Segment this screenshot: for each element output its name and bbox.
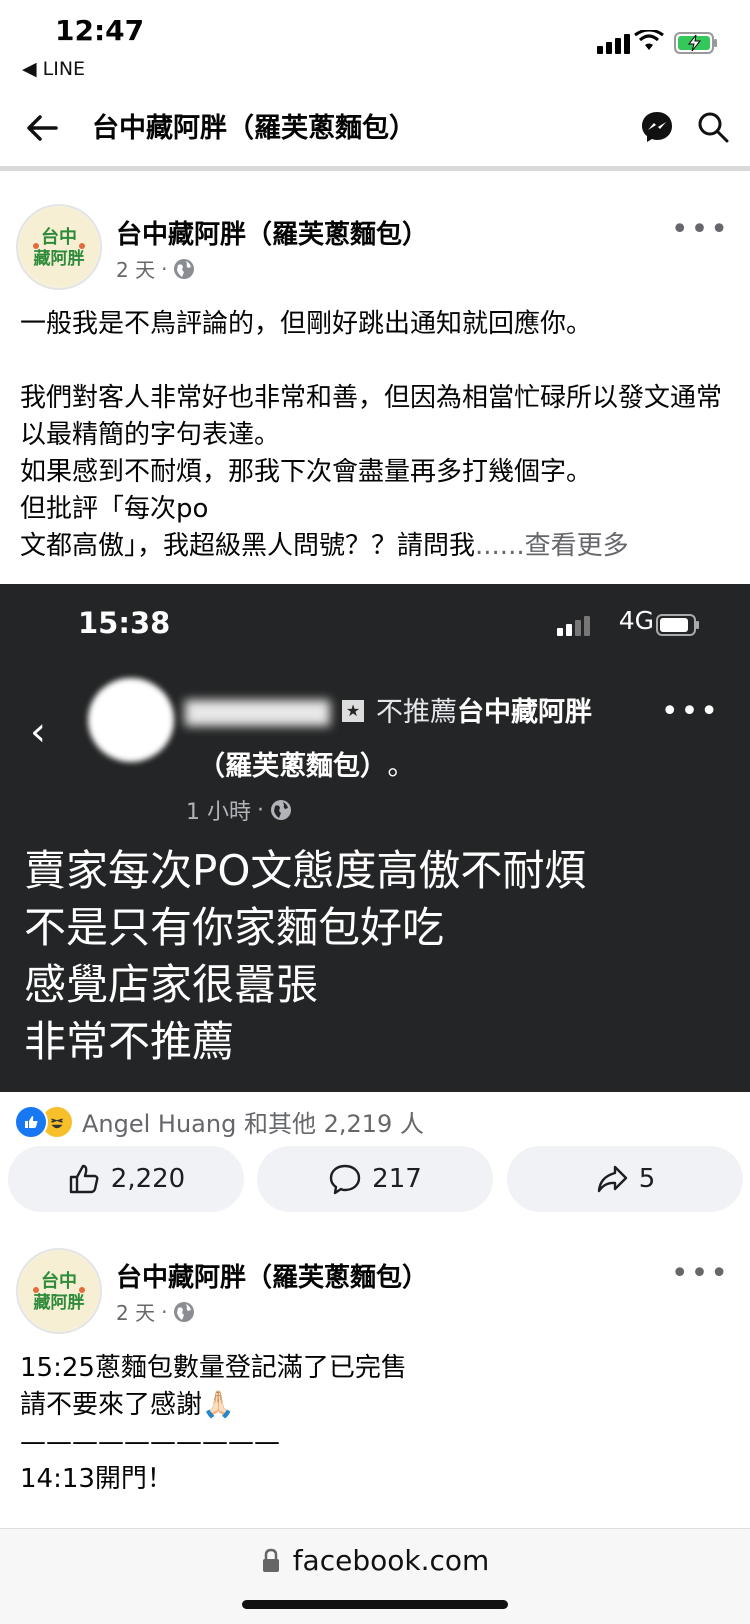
review-screenshot-image: 15:38 4G ‹ ★ 不推薦台中藏阿胖 （羅芙蔥麵包） 。 1 小時 · •••…	[0, 584, 750, 1092]
comment-count: 217	[372, 1164, 422, 1194]
review-page-line2: （羅芙蔥麵包）	[198, 751, 374, 782]
shot-network-label: 4G	[618, 606, 654, 635]
blurred-avatar	[88, 678, 174, 762]
review-period: 。	[387, 751, 415, 782]
svg-text:台中: 台中	[41, 1270, 77, 1292]
shot-signal-icon	[557, 616, 590, 636]
shot-back-icon: ‹	[30, 709, 46, 755]
share-count: 5	[638, 1164, 656, 1194]
post-time: 2 天	[116, 258, 156, 282]
review-page-name: 台中藏阿胖	[457, 697, 592, 728]
share-button[interactable]: 5	[507, 1146, 743, 1212]
post-body-2: 15:25蔥麵包數量登記滿了已完售 請不要來了感謝🙏🏻 —————————— 1…	[20, 1353, 407, 1494]
comment-button[interactable]: 217	[257, 1146, 493, 1212]
like-icon	[69, 1164, 99, 1194]
shot-more-icon: •••	[660, 694, 720, 729]
globe-icon	[174, 258, 195, 279]
post-more-icon[interactable]: •••	[671, 212, 730, 247]
review-prefix: 不推薦	[376, 697, 457, 728]
page-title: 台中藏阿胖（羅芙蔥麵包）	[92, 113, 416, 144]
page-avatar-2[interactable]: 台中 藏阿胖	[16, 1248, 102, 1334]
review-meta: 1 小時 ·	[186, 794, 292, 826]
post-body: 一般我是不鳥評論的，但剛好跳出通知就回應你。 我們對客人非常好也非常和善，但因為…	[20, 306, 730, 565]
post-time-2: 2 天	[116, 1301, 156, 1325]
like-button[interactable]: 2,220	[8, 1146, 244, 1212]
search-icon[interactable]	[696, 110, 730, 144]
url-domain: facebook.com	[292, 1544, 490, 1577]
back-arrow-icon[interactable]	[22, 108, 62, 148]
messenger-icon[interactable]	[640, 110, 674, 144]
wifi-icon	[634, 30, 664, 50]
share-icon	[597, 1165, 627, 1193]
status-time: 12:47	[55, 14, 145, 47]
reaction-text: Angel Huang 和其他 2,219 人	[82, 1110, 424, 1138]
star-icon: ★	[342, 700, 364, 722]
meta-dot-2: ·	[161, 1299, 168, 1324]
see-more-link[interactable]: ......查看更多	[475, 531, 629, 561]
post-meta-2: 2 天 ·	[116, 1297, 195, 1326]
review-page-name-line2: （羅芙蔥麵包） 。	[198, 744, 415, 783]
url-display[interactable]: facebook.com	[0, 1544, 750, 1577]
page-logo-icon-2: 台中 藏阿胖	[19, 1251, 99, 1331]
like-count: 2,220	[110, 1164, 186, 1194]
post-author-2[interactable]: 台中藏阿胖（羅芙蔥麵包）	[116, 1257, 428, 1294]
like-reaction-icon	[14, 1104, 48, 1139]
nav-divider	[0, 166, 750, 171]
meta-dot: ·	[161, 256, 168, 281]
review-meta-dot: ·	[257, 797, 264, 823]
cellular-signal-icon	[597, 34, 630, 54]
page-logo-icon: 台中 藏阿胖	[19, 207, 99, 287]
back-to-line-link[interactable]: ◀ LINE	[22, 58, 85, 80]
shot-status-time: 15:38	[78, 606, 171, 640]
post-meta: 2 天 ·	[116, 254, 195, 283]
shot-battery-icon	[656, 614, 699, 636]
comment-icon	[329, 1164, 361, 1195]
home-indicator[interactable]	[242, 1600, 508, 1609]
reaction-summary[interactable]: Angel Huang 和其他 2,219 人	[14, 1104, 424, 1139]
review-body: 賣家每次PO文態度高傲不耐煩 不是只有你家麵包好吃 感覺店家很囂張 非常不推薦	[24, 846, 587, 1066]
globe-icon	[174, 1301, 195, 1322]
blurred-reviewer-name	[185, 700, 330, 726]
post-body-text: 一般我是不鳥評論的，但剛好跳出通知就回應你。 我們對客人非常好也非常和善，但因為…	[20, 309, 723, 561]
review-headline: 不推薦台中藏阿胖	[376, 690, 592, 729]
page-avatar[interactable]: 台中 藏阿胖	[16, 204, 102, 290]
shot-network: 4G	[619, 606, 654, 635]
svg-text:藏阿胖: 藏阿胖	[34, 1292, 85, 1313]
review-globe-icon	[271, 800, 291, 820]
lock-icon	[262, 1548, 279, 1572]
svg-text:藏阿胖: 藏阿胖	[34, 248, 85, 269]
battery-charging-icon	[674, 32, 717, 54]
review-time: 1 小時	[186, 800, 251, 825]
post-more-icon-2[interactable]: •••	[671, 1256, 730, 1291]
svg-text:台中: 台中	[41, 226, 77, 248]
post-author[interactable]: 台中藏阿胖（羅芙蔥麵包）	[116, 214, 428, 251]
